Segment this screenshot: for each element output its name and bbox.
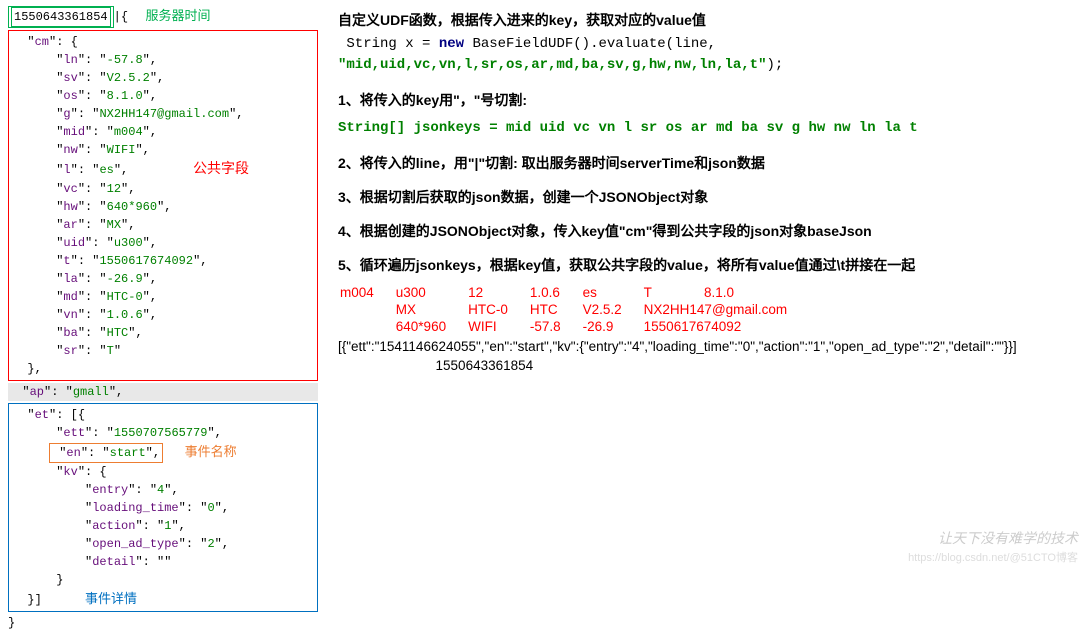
json-source-panel: 1550643361854|{ 服务器时间 "cm": { "ln": "-57… <box>8 6 318 632</box>
step-5: 5、循环遍历jsonkeys，根据key值，获取公共字段的value，将所有va… <box>338 255 1078 275</box>
step-2: 2、将传入的line，用"|"切割: 取出服务器时间serverTime和jso… <box>338 153 1078 173</box>
result-values-table: m004u300121.0.6esT8.1.0 MXHTC-0HTCV2.5.2… <box>338 283 809 336</box>
cm-fields-box: "cm": { "ln": "-57.8", "sv": "V2.5.2", "… <box>8 30 318 381</box>
server-time-label: 服务器时间 <box>142 8 213 23</box>
udf-code-sample: String x = new BaseFieldUDF().evaluate(l… <box>338 34 1078 76</box>
step-3: 3、根据切割后获取的json数据，创建一个JSONObject对象 <box>338 187 1078 207</box>
udf-title: 自定义UDF函数，根据传入进来的key，获取对应的value值 <box>338 10 1078 30</box>
et-fields-box: "et": [{ "ett": "1550707565779", "en": "… <box>8 403 318 612</box>
explanation-panel: 自定义UDF函数，根据传入进来的key，获取对应的value值 String x… <box>338 6 1078 632</box>
event-detail-label: 事件详情 <box>85 591 137 606</box>
step-4: 4、根据创建的JSONObject对象，传入key值"cm"得到公共字段的jso… <box>338 221 1078 241</box>
public-fields-label: 公共字段 <box>193 162 249 177</box>
event-name-label: 事件名称 <box>185 444 237 459</box>
step-1: 1、将传入的key用"，"号切割: <box>338 90 1078 110</box>
server-timestamp: 1550643361854 <box>11 7 111 27</box>
step-1-code: String[] jsonkeys = mid uid vc vn l sr o… <box>338 120 918 136</box>
result-json-output: [{"ett":"1541146624055","en":"start","kv… <box>338 338 1078 376</box>
